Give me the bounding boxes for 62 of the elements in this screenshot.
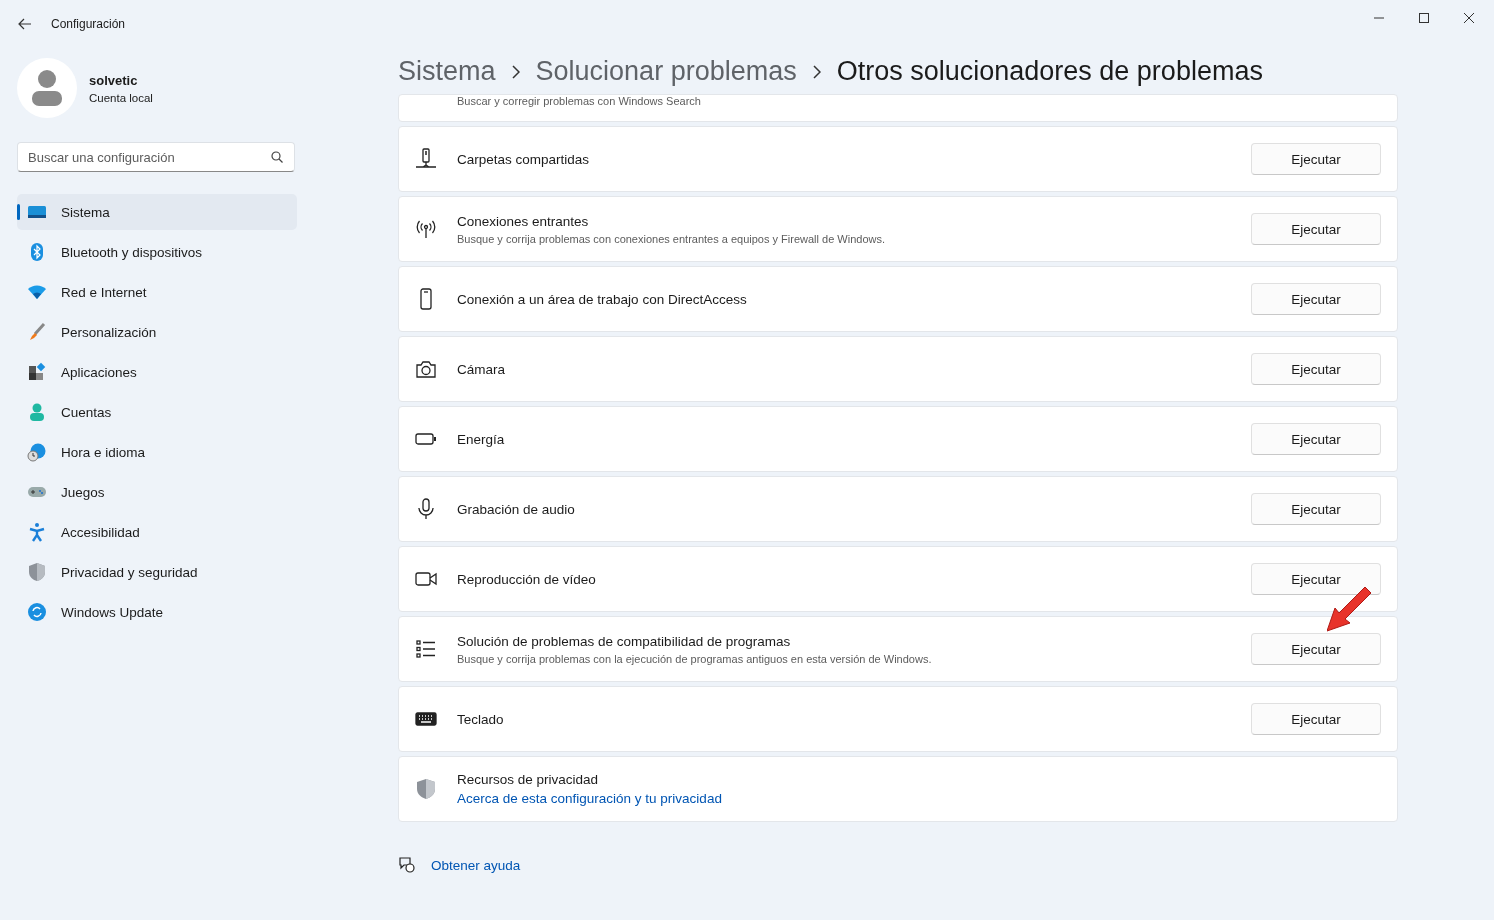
row-title: Reproducción de vídeo (457, 571, 597, 587)
breadcrumb-item: Otros solucionadores de problemas (836, 56, 1263, 87)
sidebar-item[interactable]: Aplicaciones (17, 354, 297, 390)
sidebar-item[interactable]: Cuentas (17, 394, 297, 430)
run-button[interactable]: Ejecutar (1251, 563, 1381, 595)
row-description: Busque y corrija problemas con conexiones entrantes a equipos y Firewall de Windows. (457, 232, 886, 245)
sidebar-item[interactable]: Sistema (17, 194, 297, 230)
privacy-link[interactable]: Acerca de esta configuración y tu privacidad (457, 791, 1381, 806)
sidebar-item[interactable]: Personalización (17, 314, 297, 350)
chevron-icon (812, 64, 821, 79)
list-icon (415, 638, 437, 660)
row-title: Recursos de privacidad (457, 772, 600, 787)
row-title: Cámara (457, 361, 506, 377)
close-icon[interactable] (1464, 13, 1474, 23)
sidebar-item[interactable]: Red e Internet (17, 274, 297, 310)
row-description: Buscar y corregir problemas con Windows Search (457, 95, 701, 107)
back-icon[interactable] (18, 18, 32, 30)
maximize-icon[interactable] (1419, 13, 1429, 23)
shield-icon (27, 562, 47, 582)
microphone-icon (415, 498, 437, 520)
sidebar-item[interactable]: Privacidad y seguridad (17, 554, 297, 590)
sidebar-item[interactable]: Juegos (17, 474, 297, 510)
run-button[interactable]: Ejecutar (1251, 283, 1381, 315)
run-button[interactable]: Ejecutar (1251, 143, 1381, 175)
row-title: Carpetas compartidas (457, 151, 591, 167)
search-field[interactable]: Buscar una configuración (17, 142, 295, 172)
sidebar-item[interactable]: Hora e idioma (17, 434, 297, 470)
brush-icon (27, 322, 47, 342)
chevron-icon (511, 64, 520, 79)
update-icon (27, 602, 47, 622)
help-icon (398, 856, 416, 874)
accessibility-icon (27, 522, 47, 542)
antenna-icon (415, 218, 437, 240)
row-title: Teclado (457, 711, 505, 727)
run-button[interactable]: Ejecutar (1251, 423, 1381, 455)
row-description: Busque y corrija problemas con la ejecución de programas antiguos en esta versión de Windows. (457, 652, 933, 665)
sidebar-item[interactable]: Accesibilidad (17, 514, 297, 550)
search-icon (271, 151, 283, 163)
window-title: Configuración (51, 17, 126, 31)
camera-icon (415, 358, 437, 380)
run-button[interactable]: Ejecutar (1251, 353, 1381, 385)
row-title: Conexión a un área de trabajo con DirectAccess (457, 291, 748, 307)
help-link[interactable]: Obtener ayuda (431, 857, 521, 873)
person-icon (27, 402, 47, 422)
sidebar-item[interactable]: Bluetooth y dispositivos (17, 234, 297, 270)
breadcrumb-item[interactable]: Solucionar problemas (535, 56, 797, 87)
row-title: Energía (457, 431, 506, 447)
shield-icon (415, 778, 437, 800)
row-title: Solución de problemas de compatibilidad de programas (457, 633, 792, 649)
user-name: solvetic (89, 72, 139, 88)
run-button[interactable]: Ejecutar (1251, 703, 1381, 735)
account-type: Cuenta local (89, 91, 153, 104)
apps-icon (27, 362, 47, 382)
run-button[interactable]: Ejecutar (1251, 633, 1381, 665)
sidebar-item[interactable]: Windows Update (17, 594, 297, 630)
run-button[interactable]: Ejecutar (1251, 493, 1381, 525)
run-button[interactable]: Ejecutar (1251, 213, 1381, 245)
row-title: Grabación de audio (457, 501, 576, 517)
globe-clock-icon (27, 442, 47, 462)
breadcrumb-item[interactable]: Sistema (398, 56, 496, 87)
server-icon (415, 148, 437, 170)
row-title: Conexiones entrantes (457, 213, 590, 229)
